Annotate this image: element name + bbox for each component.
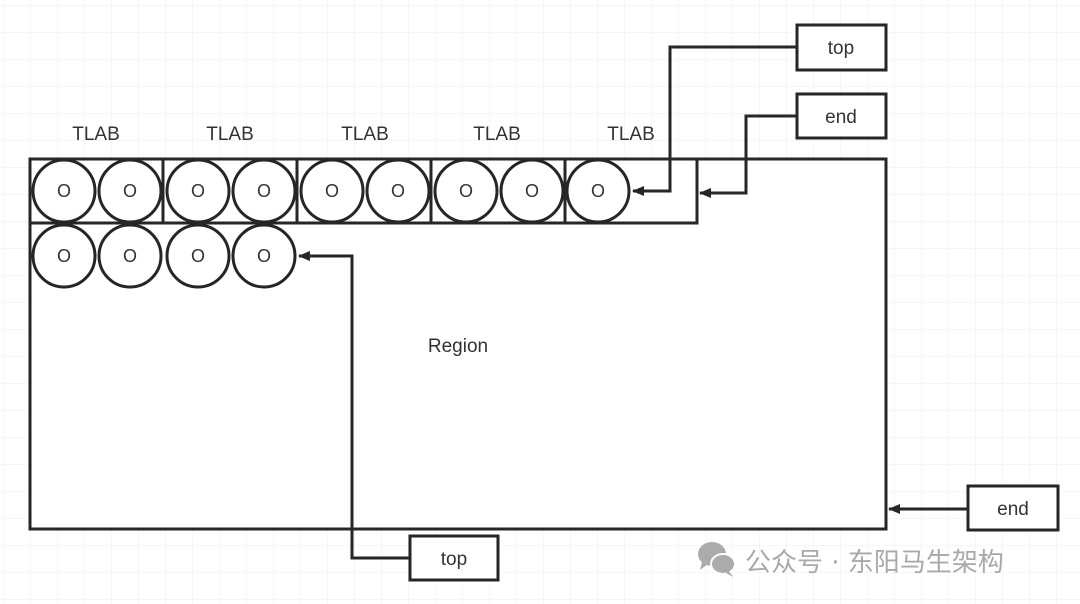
object-circle: O: [31, 223, 97, 289]
watermark-text: 公众号 · 东阳马生架构: [745, 548, 1004, 578]
region-end-label: end: [997, 499, 1029, 520]
tlab-top-label: top: [828, 38, 854, 59]
object-label: O: [391, 181, 405, 201]
object-label: O: [57, 181, 71, 201]
tlab-label: TLAB: [206, 124, 254, 145]
object-circle: O: [165, 158, 231, 224]
tlab-label: TLAB: [473, 124, 521, 145]
tlab-label: TLAB: [72, 124, 120, 145]
object-circle: O: [97, 158, 163, 224]
region-top-label: top: [441, 549, 467, 570]
object-circle: O: [165, 223, 231, 289]
object-circle: O: [299, 158, 365, 224]
object-label: O: [459, 181, 473, 201]
object-label: O: [525, 181, 539, 201]
object-circle: O: [97, 223, 163, 289]
object-label: O: [257, 181, 271, 201]
object-circle: O: [433, 158, 499, 224]
tlab-label: TLAB: [607, 124, 655, 145]
tlab-region-diagram: Region TLAB TLAB TLAB TLAB TLAB O O O O O O O O O O O O…: [0, 0, 1080, 604]
object-circle: O: [231, 223, 297, 289]
object-label: O: [191, 246, 205, 266]
object-circle: O: [565, 158, 631, 224]
object-label: O: [591, 181, 605, 201]
tlab-end-label: end: [825, 107, 857, 128]
object-circle: O: [31, 158, 97, 224]
tlab-label: TLAB: [341, 124, 389, 145]
object-label: O: [257, 246, 271, 266]
object-label: O: [123, 246, 137, 266]
object-circle: O: [365, 158, 431, 224]
region-label: Region: [428, 336, 488, 357]
object-label: O: [57, 246, 71, 266]
object-label: O: [325, 181, 339, 201]
object-label: O: [191, 181, 205, 201]
object-circle: O: [499, 158, 565, 224]
object-label: O: [123, 181, 137, 201]
object-circle: O: [231, 158, 297, 224]
